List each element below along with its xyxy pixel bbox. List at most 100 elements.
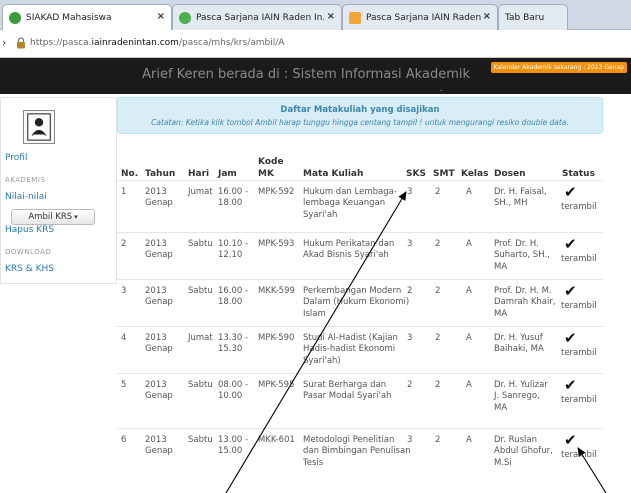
col-header-smt: SMT	[433, 168, 455, 179]
cell-jam: 16.00 - 18.00	[218, 187, 249, 209]
col-header-status: Status	[562, 168, 595, 179]
cell-kode-mk: MPK-593	[258, 239, 295, 249]
cell-smt: 2	[435, 333, 441, 343]
sidebar-item-nilai[interactable]: Nilai-nilai	[5, 192, 47, 202]
col-header-mata-kuliah: Mata Kuliah	[303, 168, 364, 179]
sidebar-item-profil[interactable]: Profil	[5, 153, 27, 163]
cell-status: terambil	[561, 348, 597, 358]
address-bar[interactable]: › https://pasca.iainradenintan.com/pasca…	[0, 30, 631, 58]
url-domain: iainradenintan.com	[91, 38, 179, 48]
cell-dosen: Dr. Ruslan Abdul Ghofur, M.Si	[494, 435, 553, 468]
cell-status: terambil	[561, 301, 597, 311]
browser-tab[interactable]: Pasca Sarjana IAIN Raden In... ×	[342, 4, 498, 30]
pasca-favicon-icon	[179, 11, 191, 24]
browser-tab-bar: SIAKAD Mahasiswa × Pasca Sarjana IAIN Ra…	[0, 0, 631, 31]
cell-hari: Sabtu	[188, 286, 213, 296]
cell-kelas: A	[466, 239, 472, 249]
cell-tahun: 2013 Genap	[145, 380, 173, 402]
cell-smt: 2	[435, 187, 441, 197]
cell-kelas: A	[466, 286, 472, 296]
cell-jam: 13.00 - 15.00	[218, 435, 249, 457]
browser-tab[interactable]: SIAKAD Mahasiswa ×	[2, 4, 172, 31]
browser-tab-new[interactable]: Tab Baru	[498, 4, 568, 30]
cell-mata-kuliah: Studi Al-Hadist (Kajian Hadis-hadist Eko…	[303, 333, 398, 366]
cell-no: 2	[121, 239, 127, 249]
url-path: /pasca/mhs/krs/ambil/A	[178, 38, 285, 48]
table-row: 4 2013 Genap Jumat 13.30 - 15.30 MPK-590 Stud…	[117, 326, 603, 373]
col-header-jam: Jam	[218, 168, 237, 179]
tab-label: Tab Baru	[505, 12, 545, 23]
cell-mata-kuliah: Surat Berharga dan Pasar Modal Syari'ah	[303, 380, 392, 402]
col-header-no: No.	[121, 168, 139, 179]
cell-no: 6	[121, 435, 127, 445]
cell-status: terambil	[561, 450, 597, 460]
url-text[interactable]: https://pasca.iainradenintan.com/pasca/m…	[30, 38, 284, 48]
table-row: 5 2013 Genap Sabtu 08.00 - 10.00 MPK-595 Sura…	[117, 373, 603, 428]
avatar	[23, 110, 55, 144]
header-title: Arief Keren berada di : Sistem Informasi…	[142, 67, 470, 82]
col-header-sks: SKS	[406, 168, 426, 179]
cell-mata-kuliah: Metodologi Penelitian dan Bimbingan Penu…	[303, 435, 411, 468]
cell-no: 3	[121, 286, 127, 296]
site-header: Arief Keren berada di : Sistem Informasi…	[0, 58, 631, 94]
cell-dosen: Dr. H. Yusuf Baihaki, MA	[494, 333, 544, 355]
cell-status: terambil	[561, 395, 597, 405]
cell-status: terambil	[561, 254, 597, 264]
tab-label: SIAKAD Mahasiswa	[26, 13, 112, 23]
tab-label: Pasca Sarjana IAIN Raden In...	[366, 12, 484, 23]
col-header-hari: Hari	[188, 168, 210, 179]
cell-sks: 3	[407, 333, 413, 343]
cell-no: 4	[121, 333, 127, 343]
table-row: 2 2013 Genap Sabtu 10.10 - 12.10 MPK-593 Huku…	[117, 232, 603, 279]
cell-jam: 10.10 - 12.10	[218, 239, 249, 261]
cell-no: 1	[121, 187, 127, 197]
cell-dosen: Dr. H. Faisal, SH., MH	[494, 187, 547, 209]
sidebar: Profil AKADEMIS Nilai-nilai Ambil KRS ▾ …	[0, 97, 117, 284]
cell-kode-mk: MPK-592	[258, 187, 295, 197]
cell-kelas: A	[466, 380, 472, 390]
check-icon: ✔	[564, 329, 577, 347]
col-header-kode: Kode MK	[258, 156, 284, 179]
ambil-krs-label: Ambil KRS	[28, 212, 73, 222]
col-header-dosen: Dosen	[494, 168, 526, 179]
sidebar-item-hapus-krs[interactable]: Hapus KRS	[5, 225, 54, 235]
course-table: No. Tahun Hari Jam Kode MK Mata Kuliah S…	[117, 150, 603, 480]
check-icon: ✔	[564, 183, 577, 201]
cell-tahun: 2013 Genap	[145, 286, 173, 308]
check-icon: ✔	[564, 235, 577, 253]
cell-sks: 3	[407, 187, 413, 197]
cell-kelas: A	[466, 187, 472, 197]
sidebar-item-krs-khs[interactable]: KRS & KHS	[5, 264, 54, 274]
pasca-favicon-icon	[349, 11, 361, 24]
cell-dosen: Prof. Dr. H. Suharto, SH., MA	[494, 239, 550, 272]
cell-smt: 2	[435, 380, 441, 390]
header-dot: .	[440, 84, 443, 93]
info-heading: Daftar Matakuliah yang disajikan	[280, 105, 440, 115]
cell-tahun: 2013 Genap	[145, 435, 173, 457]
cell-tahun: 2013 Genap	[145, 239, 173, 261]
ambil-krs-button[interactable]: Ambil KRS ▾	[11, 209, 95, 225]
cell-kelas: A	[466, 333, 472, 343]
cell-sks: 3	[407, 239, 413, 249]
cell-sks: 2	[407, 286, 413, 296]
cell-smt: 2	[435, 239, 441, 249]
cell-jam: 13.30 - 15.30	[218, 333, 249, 355]
cell-hari: Jumat	[188, 187, 213, 197]
cell-sks: 2	[407, 380, 413, 390]
cell-smt: 2	[435, 286, 441, 296]
table-header: No. Tahun Hari Jam Kode MK Mata Kuliah S…	[117, 150, 603, 180]
browser-tab[interactable]: Pasca Sarjana IAIN Raden In... ×	[172, 4, 342, 30]
tab-label: Pasca Sarjana IAIN Raden In...	[196, 12, 324, 23]
close-tab-icon[interactable]: ×	[327, 11, 335, 22]
cell-hari: Sabtu	[188, 380, 213, 390]
back-arrow-icon[interactable]: ›	[2, 36, 6, 49]
close-tab-icon[interactable]: ×	[483, 11, 491, 22]
cell-kode-mk: MKK-601	[258, 435, 295, 445]
close-tab-icon[interactable]: ×	[157, 11, 165, 22]
info-note: Catatan: Ketika klik tombol Ambil harap …	[151, 118, 569, 127]
sidebar-heading-akademis: AKADEMIS	[5, 176, 46, 184]
check-icon: ✔	[564, 282, 577, 300]
cell-no: 5	[121, 380, 127, 390]
col-header-kelas: Kelas	[461, 168, 489, 179]
sidebar-heading-download: DOWNLOAD	[5, 248, 52, 256]
